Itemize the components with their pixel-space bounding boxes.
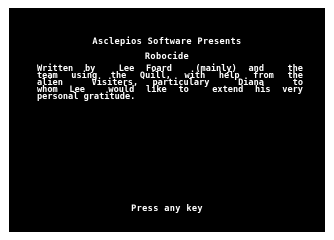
game-screen[interactable]: Asclepios Software Presents Robocide Wri… xyxy=(9,8,325,232)
game-title: Robocide xyxy=(144,52,190,62)
press-any-key-prompt[interactable]: Press any key xyxy=(9,205,325,214)
presenter-title: Asclepios Software Presents xyxy=(92,37,242,47)
credits-line: personal gratitude. xyxy=(37,92,136,102)
credits-text: Written by Lee Foard (mainly) and the te… xyxy=(37,65,303,102)
